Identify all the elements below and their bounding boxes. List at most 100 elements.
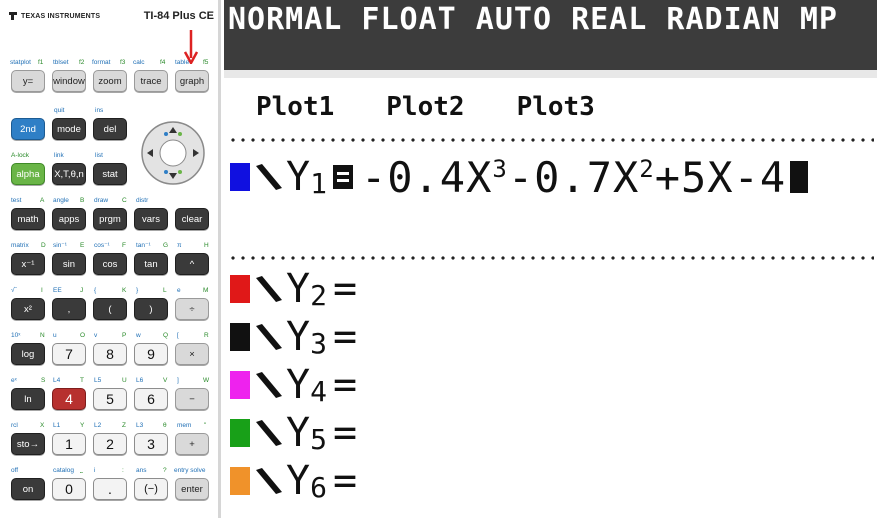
label-i-const: i: [94, 467, 96, 474]
zero-key[interactable]: 0: [52, 478, 86, 500]
vars-key[interactable]: vars: [134, 208, 168, 230]
y3-color-swatch: [230, 323, 250, 351]
clear-key[interactable]: clear: [175, 208, 209, 230]
y3-subscript: 3: [310, 326, 327, 360]
key-row-6: √‾ I EE J { K } L e M x² , ( ) ÷: [0, 286, 221, 326]
label-y: Y: [80, 422, 85, 429]
divide-key[interactable]: ÷: [175, 298, 209, 320]
function-row-y5[interactable]: Y 5 =: [230, 410, 357, 456]
plot2-toggle[interactable]: Plot2: [386, 92, 464, 122]
label-pi: π: [177, 242, 182, 249]
plus-key[interactable]: +: [175, 433, 209, 455]
stat-plots-row: Plot1 Plot2 Plot3: [256, 92, 647, 122]
line-style-icon[interactable]: [254, 322, 284, 352]
on-key[interactable]: on: [11, 478, 45, 500]
y6-name: Y: [286, 458, 311, 504]
five-key[interactable]: 5: [93, 388, 127, 410]
y5-subscript: 5: [310, 422, 327, 456]
del-key[interactable]: del: [93, 118, 127, 140]
line-style-icon[interactable]: [254, 274, 284, 304]
nine-key[interactable]: 9: [134, 343, 168, 365]
y2-subscript: 2: [310, 278, 327, 312]
text-cursor: [790, 161, 809, 193]
label-w-letter: W: [203, 377, 210, 384]
y-equals-key[interactable]: y=: [11, 70, 45, 92]
square-key[interactable]: x²: [11, 298, 45, 320]
two-key[interactable]: 2: [93, 433, 127, 455]
seven-key[interactable]: 7: [52, 343, 86, 365]
function-row-y6[interactable]: Y 6 =: [230, 458, 357, 504]
eight-key[interactable]: 8: [93, 343, 127, 365]
graph-key[interactable]: graph: [175, 70, 209, 92]
decimal-key[interactable]: .: [93, 478, 127, 500]
label-ans: ans: [136, 467, 147, 474]
label-f5: f5: [203, 59, 209, 66]
label-g: G: [163, 242, 169, 249]
y6-subscript: 6: [310, 470, 327, 504]
y5-name: Y: [286, 410, 311, 456]
label-list: list: [95, 152, 103, 159]
window-key[interactable]: window: [52, 70, 86, 92]
right-paren-key[interactable]: ): [134, 298, 168, 320]
minus-key[interactable]: −: [175, 388, 209, 410]
function-row-y3[interactable]: Y 3 =: [230, 314, 357, 360]
function-row-y1[interactable]: Y 1 -0.4X3-0.7X2+5X-4: [230, 153, 809, 202]
plot1-toggle[interactable]: Plot1: [256, 92, 334, 122]
zoom-key[interactable]: zoom: [93, 70, 127, 92]
stat-key[interactable]: stat: [93, 163, 127, 185]
multiply-key[interactable]: ×: [175, 343, 209, 365]
status-bar: NORMAL FLOAT AUTO REAL RADIAN MP: [224, 0, 877, 70]
prgm-key[interactable]: prgm: [93, 208, 127, 230]
function-row-y4[interactable]: Y 4 =: [230, 362, 357, 408]
six-key[interactable]: 6: [134, 388, 168, 410]
down-arrow-icon: [184, 30, 198, 64]
label-10x: 10ˣ: [11, 332, 21, 339]
mode-key[interactable]: mode: [52, 118, 86, 140]
apps-key[interactable]: apps: [52, 208, 86, 230]
power-key[interactable]: ^: [175, 253, 209, 275]
function-row-y2[interactable]: Y 2 =: [230, 266, 357, 312]
label-calc: calc: [133, 59, 145, 66]
sin-key[interactable]: sin: [52, 253, 86, 275]
cos-key[interactable]: cos: [93, 253, 127, 275]
second-key[interactable]: 2nd: [11, 118, 45, 140]
line-style-icon[interactable]: [254, 370, 284, 400]
label-mem: mem: [177, 422, 192, 429]
y5-equals: =: [332, 410, 358, 456]
key-row-7: 10ˣ N u O v P w Q [ R log 7 8 9 ×: [0, 331, 221, 371]
store-key[interactable]: sto→: [11, 433, 45, 455]
label-off: off: [11, 467, 19, 474]
inverse-key[interactable]: x⁻¹: [11, 253, 45, 275]
model-name: TI-84 Plus CE: [143, 10, 214, 22]
math-key[interactable]: math: [11, 208, 45, 230]
plot3-toggle[interactable]: Plot3: [517, 92, 595, 122]
y4-color-swatch: [230, 371, 250, 399]
three-key[interactable]: 3: [134, 433, 168, 455]
line-style-icon[interactable]: [254, 418, 284, 448]
alpha-key[interactable]: alpha: [11, 163, 45, 185]
tan-key[interactable]: tan: [134, 253, 168, 275]
line-style-icon[interactable]: [254, 466, 284, 496]
comma-key[interactable]: ,: [52, 298, 86, 320]
label-f2: f2: [79, 59, 85, 66]
enter-key[interactable]: enter: [175, 478, 209, 500]
label-l6: L6: [136, 377, 144, 384]
key-row-9: rcl X L1 Y L2 Z L3 θ mem " sto→ 1 2 3 +: [0, 421, 221, 461]
line-style-icon[interactable]: [254, 162, 284, 192]
ln-key[interactable]: ln: [11, 388, 45, 410]
one-key[interactable]: 1: [52, 433, 86, 455]
negative-key[interactable]: (−): [134, 478, 168, 500]
label-p: P: [122, 332, 127, 339]
trace-key[interactable]: trace: [134, 70, 168, 92]
four-key[interactable]: 4: [52, 388, 86, 410]
left-paren-key[interactable]: (: [93, 298, 127, 320]
y2-name: Y: [286, 266, 311, 312]
key-row-10: off catalog ⎵ i : ans ? entry solve on 0…: [0, 466, 221, 506]
label-test: test: [11, 197, 22, 204]
label-e: E: [80, 242, 85, 249]
selected-equals-icon[interactable]: [332, 165, 353, 189]
y1-expression[interactable]: -0.4X3-0.7X2+5X-4: [361, 153, 786, 202]
log-key[interactable]: log: [11, 343, 45, 365]
x-t-theta-n-key[interactable]: X,T,θ,n: [52, 163, 86, 185]
label-statplot: statplot: [10, 59, 31, 66]
